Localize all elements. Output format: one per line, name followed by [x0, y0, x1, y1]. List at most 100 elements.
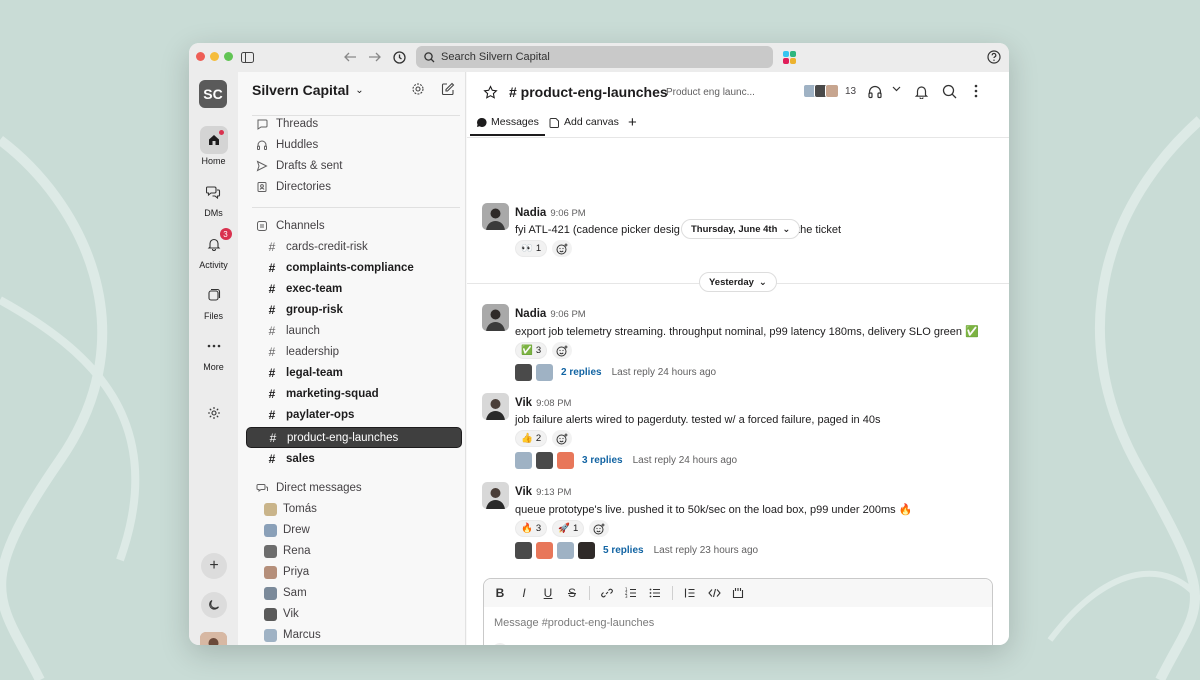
text-format-toggle-button[interactable]: Aa — [516, 643, 532, 645]
thread-replies-link[interactable]: 3 replies — [582, 455, 623, 466]
sidebar-channel-marketing-squad[interactable]: # marketing-squad — [246, 384, 462, 404]
workspace-logo[interactable]: SC — [199, 80, 227, 108]
sidebar-channel-group-risk[interactable]: # group-risk — [246, 300, 462, 320]
bold-button[interactable]: B — [493, 586, 507, 600]
minimize-window-button[interactable] — [210, 52, 219, 61]
avatar[interactable] — [482, 203, 509, 230]
sidebar-dm-rena[interactable]: Rena — [246, 541, 462, 561]
message-timestamp[interactable]: 9:13 PM — [536, 487, 571, 498]
thread-replies-link[interactable]: 5 replies — [603, 545, 644, 556]
files-button[interactable] — [200, 281, 228, 309]
date-divider-yesterday[interactable]: Yesterday ⌄ — [699, 272, 777, 292]
message-author[interactable]: Vik — [515, 397, 532, 409]
members-button[interactable]: 13 — [803, 84, 856, 98]
notification-bell-button[interactable] — [914, 84, 929, 99]
underline-button[interactable]: U — [541, 586, 555, 600]
rail-dms[interactable]: DMs — [189, 178, 238, 218]
sidebar-item-directories[interactable]: Directories — [246, 177, 462, 197]
code-button[interactable] — [707, 588, 721, 598]
sidebar-channel-leadership[interactable]: # leadership — [246, 342, 462, 362]
add-reaction-button[interactable] — [589, 520, 610, 537]
sidebar-channel-cards-credit-risk[interactable]: # cards-credit-risk — [246, 237, 462, 257]
message-timestamp[interactable]: 9:06 PM — [550, 208, 585, 219]
reaction-chip[interactable]: 👀 1 — [515, 240, 548, 257]
user-avatar[interactable] — [200, 632, 227, 645]
thread-replies-link[interactable]: 2 replies — [561, 367, 602, 378]
add-reaction-button[interactable] — [552, 430, 573, 447]
channel-title[interactable]: # product-eng-launches — [509, 84, 668, 100]
dm-section-header[interactable]: Direct messages — [246, 478, 462, 498]
rail-settings[interactable] — [189, 399, 238, 427]
rail-home[interactable]: Home — [189, 126, 238, 166]
avatar[interactable] — [482, 482, 509, 509]
sidebar-dm-priya[interactable]: Priya — [246, 562, 462, 582]
history-clock-icon[interactable] — [390, 48, 408, 66]
strikethrough-button[interactable]: S — [565, 586, 579, 600]
sidebar-toggle-icon[interactable] — [238, 48, 256, 66]
link-button[interactable] — [600, 587, 614, 599]
date-divider-floating[interactable]: Thursday, June 4th ⌄ — [681, 219, 801, 239]
sidebar-item-threads[interactable]: Threads — [246, 114, 462, 134]
channels-section-header[interactable]: Channels — [246, 216, 462, 236]
workspace-menu-button[interactable]: Silvern Capital ⌄ — [252, 82, 364, 98]
sidebar-channel-complaints-compliance[interactable]: # complaints-compliance — [246, 258, 462, 278]
admin-settings-button[interactable] — [200, 399, 228, 427]
sidebar-channel-paylater-ops[interactable]: # paylater-ops — [246, 405, 462, 425]
message-timestamp[interactable]: 9:08 PM — [536, 398, 571, 409]
theme-toggle-button[interactable] — [201, 592, 227, 618]
attach-button[interactable]: + — [492, 643, 508, 645]
sidebar-dm-drew[interactable]: Drew — [246, 520, 462, 540]
mention-button[interactable] — [564, 643, 580, 645]
sidebar-channel-sales[interactable]: # sales — [246, 449, 462, 469]
reaction-chip[interactable]: 🚀 1 — [552, 520, 585, 537]
search-input[interactable]: Search Silvern Capital — [416, 46, 773, 68]
message-author[interactable]: Nadia — [515, 207, 546, 219]
thread-summary[interactable]: 3 replies Last reply 24 hours ago — [515, 452, 995, 469]
add-workspace-button[interactable]: + — [201, 553, 227, 579]
rail-files[interactable]: Files — [189, 281, 238, 321]
italic-button[interactable]: I — [517, 586, 531, 600]
sidebar-dm-tomas[interactable]: Tomás — [246, 499, 462, 519]
forward-arrow-icon[interactable] — [365, 48, 383, 66]
huddle-options-chevron-icon[interactable] — [892, 86, 901, 92]
app-logo-icon[interactable] — [780, 48, 798, 66]
add-tab-button[interactable]: + — [628, 114, 637, 131]
tab-add-canvas[interactable]: Add canvas — [549, 116, 619, 128]
dms-button[interactable] — [200, 178, 228, 206]
message-timestamp[interactable]: 9:06 PM — [550, 309, 585, 320]
home-button[interactable] — [199, 126, 228, 154]
rail-activity[interactable]: 3 Activity — [189, 228, 238, 270]
sidebar-channel-product-eng-launches[interactable]: # product-eng-launches — [246, 427, 462, 448]
thread-summary[interactable]: 5 replies Last reply 23 hours ago — [515, 542, 995, 559]
more-button[interactable] — [200, 332, 228, 360]
channel-more-button[interactable] — [974, 84, 978, 98]
huddle-headphones-button[interactable] — [867, 84, 883, 99]
compose-button[interactable] — [441, 82, 455, 101]
sidebar-item-drafts[interactable]: Drafts & sent — [246, 156, 462, 176]
emoji-button[interactable] — [540, 643, 556, 645]
sidebar-channel-launch[interactable]: # launch — [246, 321, 462, 341]
sidebar-dm-marcus[interactable]: Marcus — [246, 625, 462, 645]
add-reaction-button[interactable] — [552, 240, 573, 257]
blockquote-button[interactable] — [683, 587, 697, 599]
sidebar-dm-vik[interactable]: Vik — [246, 604, 462, 624]
activity-button[interactable]: 3 — [200, 228, 232, 258]
star-icon[interactable] — [483, 85, 498, 100]
bulleted-list-button[interactable] — [648, 587, 662, 599]
reaction-chip[interactable]: 👍 2 — [515, 430, 548, 447]
reaction-chip[interactable]: ✅ 3 — [515, 342, 548, 359]
code-block-button[interactable] — [731, 587, 745, 599]
reaction-chip[interactable]: 🔥 3 — [515, 520, 548, 537]
avatar[interactable] — [482, 304, 509, 331]
more-actions-button[interactable] — [588, 643, 604, 645]
sidebar-settings-button[interactable] — [411, 82, 425, 101]
message-input[interactable]: Message #product-eng-launches — [494, 617, 654, 629]
tab-messages[interactable]: Messages — [470, 116, 545, 136]
channel-topic[interactable]: Product eng launc... — [666, 87, 755, 98]
rail-more[interactable]: More — [189, 332, 238, 372]
message-author[interactable]: Vik — [515, 486, 532, 498]
sidebar-channel-legal-team[interactable]: # legal-team — [246, 363, 462, 383]
back-arrow-icon[interactable] — [341, 48, 359, 66]
close-window-button[interactable] — [196, 52, 205, 61]
sidebar-channel-exec-team[interactable]: # exec-team — [246, 279, 462, 299]
